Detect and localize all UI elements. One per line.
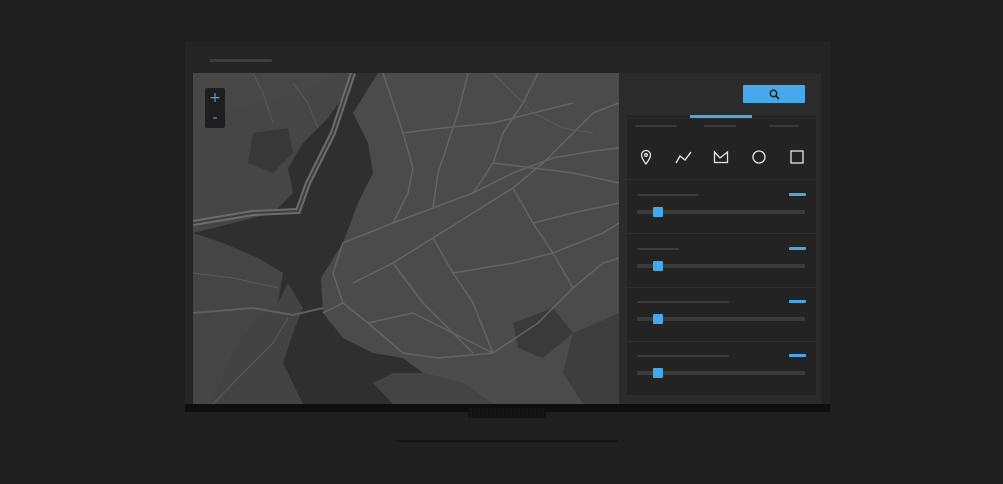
- square-icon: [790, 150, 804, 164]
- search-button[interactable]: [743, 85, 805, 103]
- slider-2-label-placeholder: [637, 248, 679, 250]
- slider-divider: [627, 341, 816, 342]
- tab-2-label-placeholder: [704, 125, 736, 127]
- drawing-tools: [627, 141, 816, 173]
- slider-2: [627, 239, 816, 292]
- map-pin-icon: [640, 149, 652, 165]
- slider-1-track[interactable]: [637, 207, 805, 217]
- tab-bar: [627, 115, 816, 131]
- slider-2-thumb[interactable]: [653, 261, 663, 271]
- map-canvas[interactable]: [193, 73, 619, 404]
- tab-3-label-placeholder: [769, 125, 799, 127]
- zoom-out-button[interactable]: -: [205, 108, 225, 128]
- slider-1-thumb[interactable]: [653, 207, 663, 217]
- tab-2[interactable]: [690, 115, 753, 131]
- line-tool[interactable]: [672, 145, 696, 169]
- slider-4-thumb[interactable]: [653, 368, 663, 378]
- tools-divider: [627, 179, 816, 180]
- slider-4-label-placeholder: [637, 355, 729, 357]
- slider-1: [627, 185, 816, 238]
- slider-1-label-placeholder: [637, 194, 699, 196]
- window-title-placeholder: [210, 59, 272, 62]
- slider-3-track[interactable]: [637, 314, 805, 324]
- slider-3-thumb[interactable]: [653, 314, 663, 324]
- circle-tool[interactable]: [747, 145, 771, 169]
- circle-icon: [752, 150, 766, 164]
- slider-3: [627, 292, 816, 345]
- tab-1-label-placeholder: [635, 125, 677, 127]
- slider-4: [627, 346, 816, 399]
- monitor-base: [396, 440, 618, 442]
- polyline-icon: [675, 151, 692, 164]
- polygon-tool[interactable]: [709, 145, 733, 169]
- slider-2-value-indicator: [789, 247, 806, 250]
- slider-4-value-indicator: [789, 354, 806, 357]
- slider-divider: [627, 287, 816, 288]
- map-view[interactable]: + -: [193, 73, 619, 404]
- marker-tool[interactable]: [634, 145, 658, 169]
- monitor-stand: [468, 408, 546, 418]
- zoom-in-button[interactable]: +: [205, 88, 225, 108]
- tab-3[interactable]: [753, 115, 816, 131]
- zoom-controls: + -: [205, 88, 225, 128]
- polygon-icon: [714, 150, 729, 164]
- slider-4-track[interactable]: [637, 368, 805, 378]
- tools-card: [627, 115, 816, 395]
- tab-1[interactable]: [627, 115, 690, 131]
- side-panel: [619, 73, 821, 404]
- app-screen: + -: [193, 73, 821, 404]
- slider-divider: [627, 233, 816, 234]
- slider-2-track[interactable]: [637, 261, 805, 271]
- slider-3-label-placeholder: [637, 301, 729, 303]
- slider-3-value-indicator: [789, 300, 806, 303]
- search-icon: [769, 85, 780, 104]
- slider-1-value-indicator: [789, 193, 806, 196]
- rectangle-tool[interactable]: [785, 145, 809, 169]
